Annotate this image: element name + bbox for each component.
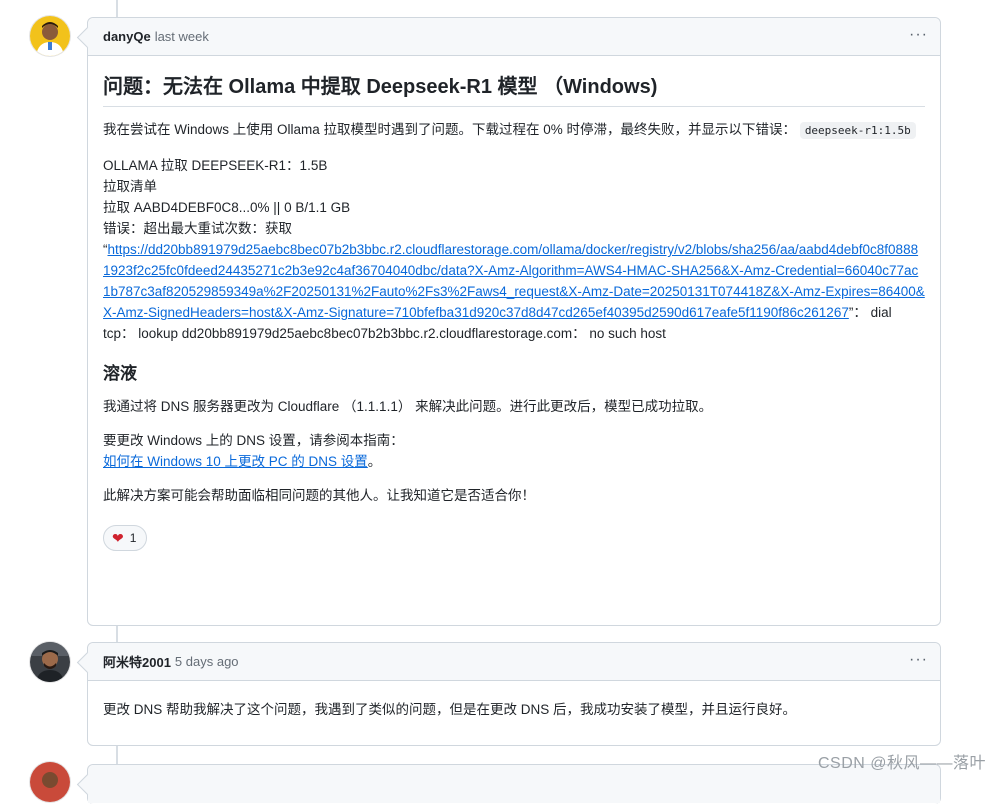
avatar-danyqe[interactable] xyxy=(30,16,70,56)
comment-card-next xyxy=(87,764,941,804)
comment-header: danyQe last week ··· xyxy=(88,18,940,56)
watermark: CSDN @秋风——落叶 xyxy=(817,755,986,772)
comment-header xyxy=(88,765,940,803)
error-url-link[interactable]: https://dd20bb891979d25aebc8bec07b2b3bbc… xyxy=(103,242,925,320)
comment-author[interactable]: 阿米特2001 xyxy=(103,652,171,671)
guide-end: 。 xyxy=(367,454,382,469)
comment-card-amit2001: 阿米特2001 5 days ago ··· 更改 DNS 帮助我解决了这个问题… xyxy=(87,642,941,746)
guide-text: 要更改 Windows 上的 DNS 设置，请参阅本指南： xyxy=(103,433,404,448)
more-options-icon[interactable]: ··· xyxy=(909,27,928,43)
heart-reaction-button[interactable]: ❤ 1 xyxy=(103,525,148,551)
log-line: 拉取 AABD4DEBF0C8...0% || 0 B/1.1 GB xyxy=(103,200,351,215)
intro-text: 我在尝试在 Windows 上使用 Ollama 拉取模型时遇到了问题。下载过程… xyxy=(103,122,797,137)
avatar-amit2001[interactable] xyxy=(30,642,70,682)
dns-guide-link[interactable]: 如何在 Windows 10 上更改 PC 的 DNS 设置 xyxy=(103,454,368,469)
closing-text: 此解决方案可能会帮助面临相同问题的其他人。让我知道它是否适合你！ xyxy=(103,488,535,503)
comment-header: 阿米特2001 5 days ago ··· xyxy=(88,643,940,681)
avatar-next[interactable] xyxy=(30,762,70,802)
comment-time[interactable]: last week xyxy=(155,29,209,44)
comment-text: 更改 DNS 帮助我解决了这个问题，我遇到了类似的问题，但是在更改 DNS 后，… xyxy=(103,702,797,717)
comment-title: 问题：无法在 Ollama 中提取 Deepseek-R1 模型 （Window… xyxy=(103,72,925,107)
more-options-icon[interactable]: ··· xyxy=(909,652,928,668)
heart-icon: ❤ xyxy=(112,529,124,546)
comment-card-danyqe: danyQe last week ··· 问题：无法在 Ollama 中提取 D… xyxy=(87,17,941,626)
comment-author[interactable]: danyQe xyxy=(103,29,151,44)
comment-body: 问题：无法在 Ollama 中提取 Deepseek-R1 模型 （Window… xyxy=(88,56,940,565)
solution-text: 我通过将 DNS 服务器更改为 Cloudflare （1.1.1.1） 来解决… xyxy=(103,399,713,414)
error-url-line: “https://dd20bb891979d25aebc8bec07b2b3bb… xyxy=(103,239,925,344)
reaction-count: 1 xyxy=(129,530,137,545)
guide-paragraph: 要更改 Windows 上的 DNS 设置，请参阅本指南： 如何在 Window… xyxy=(103,430,925,472)
intro-code: deepseek-r1:1.5b xyxy=(799,122,916,139)
log-line: 拉取清单 xyxy=(103,179,157,194)
log-line: 错误：超出最大重试次数：获取 xyxy=(103,221,292,236)
log-line: OLLAMA 拉取 DEEPSEEK-R1：1.5B xyxy=(103,158,328,173)
intro-paragraph: 我在尝试在 Windows 上使用 Ollama 拉取模型时遇到了问题。下载过程… xyxy=(103,119,925,141)
error-log: OLLAMA 拉取 DEEPSEEK-R1：1.5B 拉取清单 拉取 AABD4… xyxy=(103,155,925,344)
comment-time[interactable]: 5 days ago xyxy=(175,654,239,669)
solution-heading: 溶液 xyxy=(103,364,137,383)
comment-body: 更改 DNS 帮助我解决了这个问题，我遇到了类似的问题，但是在更改 DNS 后，… xyxy=(88,681,940,747)
